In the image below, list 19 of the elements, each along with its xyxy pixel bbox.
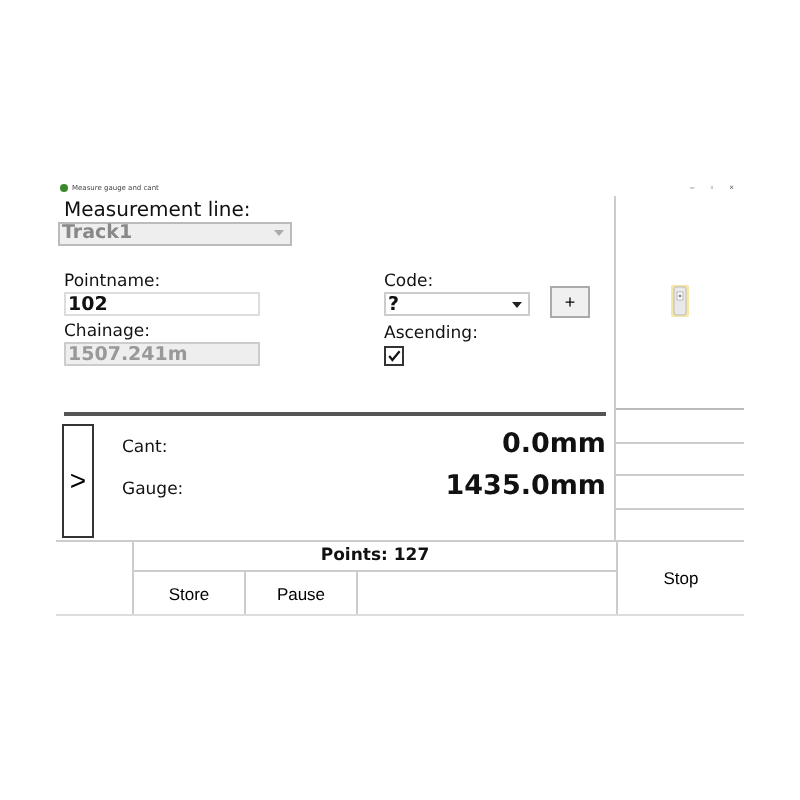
reading-value: 1435.0mm: [445, 469, 606, 502]
points-count: Points: 127: [318, 544, 432, 571]
reading-value: 0.0mm: [501, 427, 606, 460]
field-label: Measurement line:: [64, 199, 253, 222]
add-button[interactable]: +: [550, 285, 590, 318]
field-label: Ascending:: [384, 323, 478, 344]
device-icon: [670, 284, 690, 319]
field-label: Chainage:: [64, 321, 150, 342]
code-dropdown[interactable]: ?: [384, 292, 530, 317]
field-label: Pointname:: [64, 271, 161, 292]
dropdown-arrow-icon: [512, 301, 522, 308]
reading-label: Gauge:: [122, 479, 184, 500]
app-icon: [60, 183, 68, 192]
reading-label: Cant:: [122, 437, 168, 458]
field-label: Code:: [384, 271, 434, 292]
ascending-checkbox[interactable]: [384, 345, 404, 366]
pointname-field[interactable]: 102: [64, 291, 260, 316]
dropdown-arrow-icon: [274, 230, 284, 237]
expand-button[interactable]: >: [62, 423, 94, 538]
